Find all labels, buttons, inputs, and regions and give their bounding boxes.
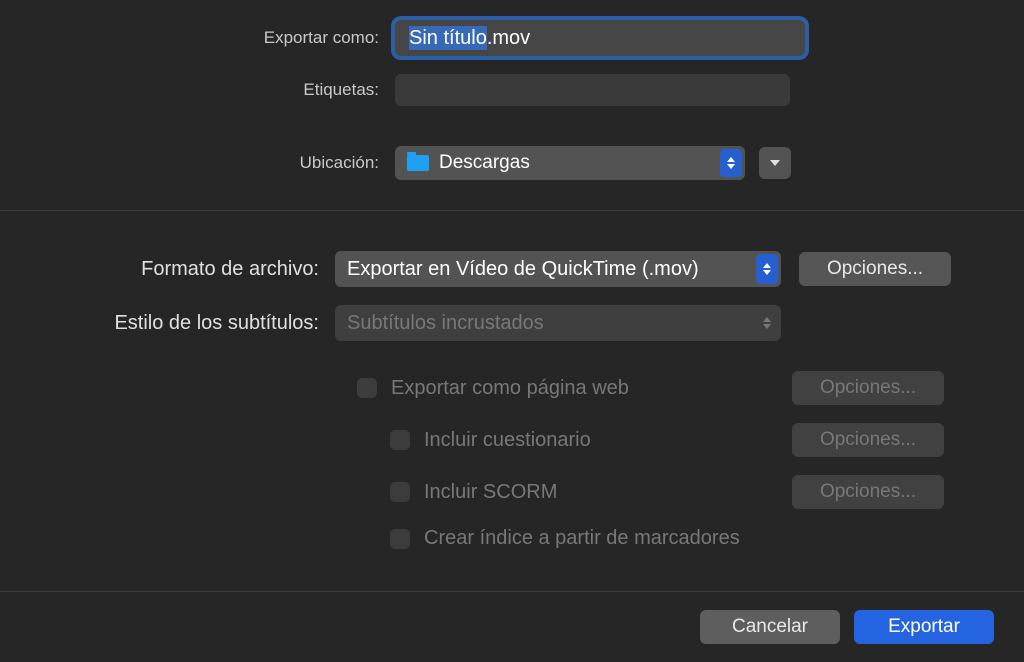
filename-selected-text: Sin título xyxy=(409,26,487,50)
create-index-checkbox xyxy=(390,529,410,549)
include-scorm-label: Incluir SCORM xyxy=(424,481,774,504)
export-as-label: Exportar como: xyxy=(30,28,395,48)
export-webpage-checkbox[interactable] xyxy=(357,378,377,398)
updown-arrows-icon xyxy=(756,254,778,284)
expand-location-button[interactable] xyxy=(759,147,791,179)
tags-input[interactable] xyxy=(395,74,790,106)
include-quiz-label: Incluir cuestionario xyxy=(424,429,774,452)
export-button[interactable]: Exportar xyxy=(854,610,994,644)
scorm-options-button: Opciones... xyxy=(792,475,944,509)
file-format-dropdown[interactable]: Exportar en Vídeo de QuickTime (.mov) xyxy=(335,251,781,287)
subtitle-style-label: Estilo de los subtítulos: xyxy=(30,312,335,335)
format-options-button[interactable]: Opciones... xyxy=(799,252,951,286)
updown-arrows-icon xyxy=(720,149,742,177)
webpage-options-button: Opciones... xyxy=(792,371,944,405)
folder-icon xyxy=(407,155,429,171)
location-value: Descargas xyxy=(439,152,530,174)
include-scorm-checkbox xyxy=(390,482,410,502)
subtitle-style-dropdown: Subtítulos incrustados xyxy=(335,305,781,341)
location-dropdown[interactable]: Descargas xyxy=(395,146,745,180)
filename-extension: .mov xyxy=(487,27,530,49)
filename-input[interactable]: Sin título.mov xyxy=(395,20,805,56)
location-label: Ubicación: xyxy=(30,153,395,173)
file-format-value: Exportar en Vídeo de QuickTime (.mov) xyxy=(347,258,699,281)
export-webpage-label: Exportar como página web xyxy=(391,377,774,400)
updown-arrows-icon xyxy=(756,308,778,338)
quiz-options-button: Opciones... xyxy=(792,423,944,457)
file-format-label: Formato de archivo: xyxy=(30,258,335,281)
cancel-button[interactable]: Cancelar xyxy=(700,610,840,644)
create-index-label: Crear índice a partir de marcadores xyxy=(424,527,994,550)
chevron-down-icon xyxy=(770,160,780,166)
tags-label: Etiquetas: xyxy=(30,80,395,100)
include-quiz-checkbox xyxy=(390,430,410,450)
subtitle-style-value: Subtítulos incrustados xyxy=(347,312,544,335)
